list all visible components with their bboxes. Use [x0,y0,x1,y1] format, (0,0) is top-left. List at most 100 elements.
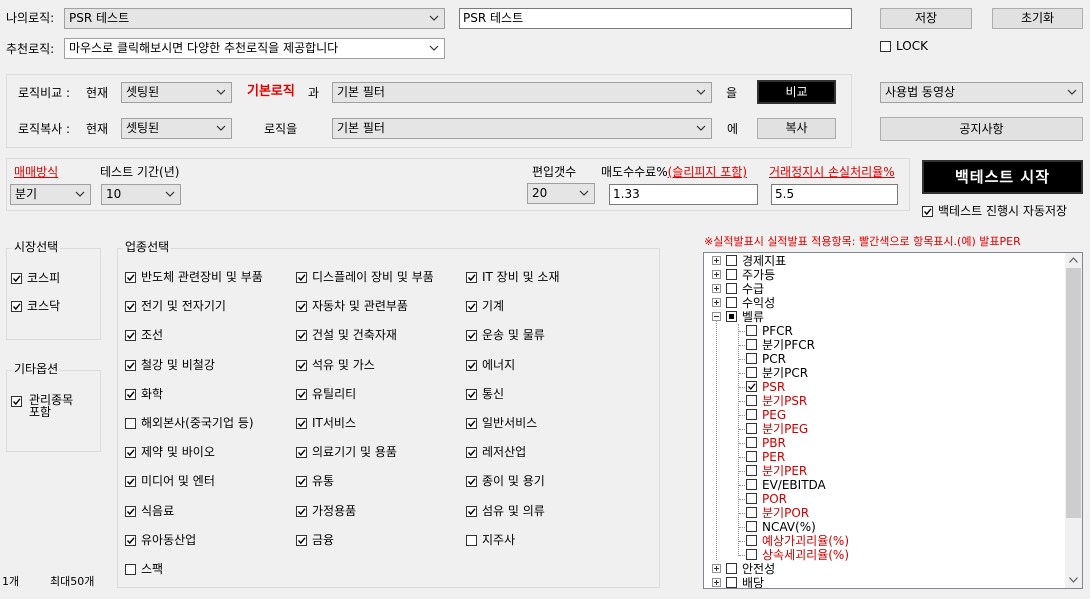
industry-checkbox[interactable]: 자동차 및 관련부품 [296,299,408,313]
halt-loss-input[interactable]: 5.5 [771,184,898,205]
indicator-tree[interactable]: 경제지표 주가등 수급 수익성 벨류 PFCR 분기PFCR PCR 분기PCR PSR 분기PSR… [703,252,1083,589]
tree-item[interactable]: PFCR [704,324,1064,338]
checkbox-unchecked-icon[interactable] [746,549,757,560]
industry-checkbox[interactable]: 레저산업 [466,445,526,459]
tree-item[interactable]: POR [704,492,1064,506]
tree-item[interactable]: PSR [704,380,1064,394]
industry-checkbox[interactable]: 의료기기 및 용품 [296,445,397,459]
copy-current-select[interactable]: 셋팅된 [121,118,232,139]
tree-item[interactable]: 벨류 [704,310,1064,324]
industry-checkbox[interactable]: 지주사 [466,533,515,547]
checkbox-unchecked-icon[interactable] [746,325,757,336]
checkbox-unchecked-icon[interactable] [726,297,737,308]
autosave-checkbox[interactable]: 백테스트 진행시 자동저장 [922,204,1067,218]
checkbox-unchecked-icon[interactable] [746,437,757,448]
checkbox-unchecked-icon[interactable] [746,367,757,378]
expand-plus-icon[interactable] [712,564,721,573]
tree-item[interactable]: NCAV(%) [704,520,1064,534]
checkbox-unchecked-icon[interactable] [746,395,757,406]
backtest-start-button[interactable]: 백테스트 시작 [922,160,1083,194]
industry-checkbox[interactable]: 통신 [466,387,504,401]
checkbox-unchecked-icon[interactable] [746,423,757,434]
checkbox-unchecked-icon[interactable] [726,283,737,294]
fee-input[interactable]: 1.33 [609,184,758,205]
tree-item[interactable]: PER [704,450,1064,464]
save-button[interactable]: 저장 [880,8,972,29]
industry-checkbox[interactable]: 건설 및 건축자재 [296,328,397,342]
tree-item[interactable]: PBR [704,436,1064,450]
tree-item[interactable]: 분기PCR [704,366,1064,380]
checkbox-unchecked-icon[interactable] [726,577,737,588]
copy-filter-select[interactable]: 기본 필터 [332,118,712,139]
checkbox-unchecked-icon[interactable] [746,493,757,504]
tree-item[interactable]: EV/EBITDA [704,478,1064,492]
industry-checkbox[interactable]: 섬유 및 의류 [466,504,545,518]
tree-item[interactable]: 배당 [704,576,1064,588]
industry-checkbox[interactable]: 유아동산업 [125,533,196,547]
industry-checkbox[interactable]: IT서비스 [296,416,356,430]
industry-checkbox[interactable]: 기계 [466,299,504,313]
industry-checkbox[interactable]: 디스플레이 장비 및 부품 [296,270,434,284]
industry-checkbox[interactable]: 스팩 [125,562,163,576]
expand-plus-icon[interactable] [712,256,721,265]
tree-item[interactable]: 경제지표 [704,254,1064,268]
checkbox-unchecked-icon[interactable] [746,339,757,350]
industry-checkbox[interactable]: 제약 및 바이오 [125,445,215,459]
tree-item[interactable]: 분기PER [704,464,1064,478]
compare-button[interactable]: 비교 [757,80,836,104]
tree-item[interactable]: 안전성 [704,562,1064,576]
checkbox-partial-icon[interactable] [726,311,737,322]
lock-checkbox[interactable]: LOCK [880,39,928,53]
test-period-select[interactable]: 10 [101,184,181,205]
industry-checkbox[interactable]: 석유 및 가스 [296,358,375,372]
checkbox-checked-icon[interactable] [746,381,757,392]
industry-checkbox[interactable]: 화학 [125,387,163,401]
tree-item[interactable]: 수급 [704,282,1064,296]
scroll-thumb[interactable] [1066,268,1081,518]
tree-item[interactable]: PEG [704,408,1064,422]
logic-name-input[interactable]: PSR 테스트 [459,8,852,29]
industry-checkbox[interactable]: 철강 및 비철강 [125,358,215,372]
checkbox-unchecked-icon[interactable] [746,353,757,364]
scroll-up-icon[interactable] [1069,257,1078,263]
checkbox-unchecked-icon[interactable] [726,269,737,280]
recommend-logic-select[interactable]: 마우스로 클릭해보시면 다양한 추천로직을 제공합니다 [64,38,445,59]
slippage-link[interactable]: (슬리피지 포함) [668,165,747,179]
industry-checkbox[interactable]: 전기 및 전자기기 [125,299,226,313]
tree-scrollbar[interactable] [1065,253,1082,588]
tree-item[interactable]: 분기PFCR [704,338,1064,352]
market-checkbox[interactable]: 코스피 [11,271,60,285]
industry-checkbox[interactable]: 종이 및 용기 [466,474,545,488]
industry-checkbox[interactable]: 유통 [296,474,334,488]
industry-checkbox[interactable]: 반도체 관련장비 및 부품 [125,270,263,284]
expand-plus-icon[interactable] [712,284,721,293]
industry-checkbox[interactable]: 금융 [296,533,334,547]
industry-checkbox[interactable]: 가정용품 [296,504,356,518]
tree-item[interactable]: 주가등 [704,268,1064,282]
tree-item[interactable]: 분기POR [704,506,1064,520]
industry-checkbox[interactable]: 미디어 및 엔터 [125,474,215,488]
video-guide-select[interactable]: 사용법 동영상 [880,82,1083,103]
my-logic-select[interactable]: PSR 테스트 [64,8,445,29]
trade-method-link[interactable]: 매매방식 [14,165,58,179]
checkbox-unchecked-icon[interactable] [746,451,757,462]
checkbox-unchecked-icon[interactable] [746,409,757,420]
copy-button[interactable]: 복사 [757,118,836,139]
market-checkbox[interactable]: 코스닥 [11,299,60,313]
checkbox-unchecked-icon[interactable] [746,535,757,546]
trade-method-select[interactable]: 분기 [10,184,91,205]
tree-item[interactable]: 분기PSR [704,394,1064,408]
checkbox-unchecked-icon[interactable] [746,507,757,518]
industry-checkbox[interactable]: 해외본사(중국기업 등) [125,416,254,430]
industry-checkbox[interactable]: IT 장비 및 소재 [466,270,560,284]
compare-current-select[interactable]: 셋팅된 [121,82,232,103]
expand-plus-icon[interactable] [712,298,721,307]
reset-button[interactable]: 초기화 [992,8,1083,29]
tree-item[interactable]: 상속세괴리율(%) [704,548,1064,562]
notice-button[interactable]: 공지사항 [880,117,1083,141]
checkbox-unchecked-icon[interactable] [746,465,757,476]
scroll-down-icon[interactable] [1069,577,1078,583]
expand-plus-icon[interactable] [712,270,721,279]
tree-item[interactable]: PCR [704,352,1064,366]
industry-checkbox[interactable]: 식음료 [125,504,174,518]
